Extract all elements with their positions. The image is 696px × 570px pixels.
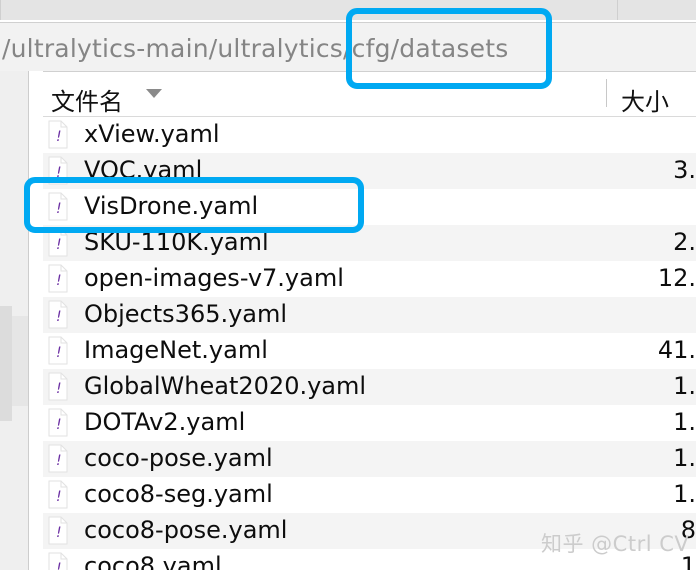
svg-text:!: ! [56,489,62,505]
svg-text:!: ! [56,345,62,361]
sidebar-panel [0,306,12,421]
yaml-file-icon: ! [47,372,69,401]
svg-text:!: ! [56,273,62,289]
svg-text:!: ! [56,381,62,397]
file-name: DOTAv2.yaml [84,408,246,436]
file-name: xView.yaml [84,120,220,148]
top-strip-divider [0,0,1,20]
yaml-file-icon: ! [47,552,69,570]
file-name: GlobalWheat2020.yaml [84,372,367,400]
yaml-file-icon: ! [47,480,69,509]
watermark: 知乎 @Ctrl CV [541,532,690,556]
path-highlight-box [346,8,552,89]
file-size: 1. [673,480,696,508]
yaml-file-icon: ! [47,120,69,149]
file-name: coco8-pose.yaml [84,516,288,544]
sidebar [0,71,29,570]
file-size: 1. [673,444,696,472]
yaml-file-icon: ! [47,408,69,437]
file-row[interactable]: ! coco8-seg.yaml 1. [43,477,696,513]
svg-text:!: ! [56,417,62,433]
file-row[interactable]: ! DOTAv2.yaml 1. [43,405,696,441]
file-name: coco-pose.yaml [84,444,273,472]
file-size: 12. [657,264,696,292]
file-name: Objects365.yaml [84,300,288,328]
svg-text:!: ! [56,309,62,325]
svg-text:!: ! [56,129,62,145]
yaml-file-icon: ! [47,300,69,329]
column-header-size[interactable]: 大小 [621,82,669,117]
file-name: coco8-seg.yaml [84,480,273,508]
top-strip-divider [617,0,618,20]
column-divider[interactable] [606,79,607,107]
sort-descending-icon[interactable] [146,89,162,98]
file-name: coco8.yaml [84,552,222,570]
svg-text:!: ! [56,561,62,570]
yaml-file-icon: ! [47,444,69,473]
file-row[interactable]: ! Objects365.yaml [43,297,696,333]
file-name: ImageNet.yaml [84,336,268,364]
file-size: 1. [673,408,696,436]
yaml-file-icon: ! [47,516,69,545]
file-size: 3. [673,156,696,184]
column-header-name[interactable]: 文件名 [51,82,123,117]
file-row[interactable]: ! xView.yaml [43,117,696,153]
file-row[interactable]: ! ImageNet.yaml 41. [43,333,696,369]
svg-text:!: ! [56,237,62,253]
svg-text:!: ! [56,525,62,541]
yaml-file-icon: ! [47,264,69,293]
svg-text:!: ! [56,453,62,469]
file-row[interactable]: ! coco-pose.yaml 1. [43,441,696,477]
file-name: open-images-v7.yaml [84,264,344,292]
file-highlight-box [24,177,364,233]
file-size: 41. [657,336,696,364]
yaml-file-icon: ! [47,336,69,365]
list-gutter [29,71,43,570]
sidebar-panel [12,316,28,406]
file-row[interactable]: ! GlobalWheat2020.yaml 1. [43,369,696,405]
file-size: 1. [673,372,696,400]
file-row[interactable]: ! open-images-v7.yaml 12. [43,261,696,297]
file-size: 2. [673,228,696,256]
